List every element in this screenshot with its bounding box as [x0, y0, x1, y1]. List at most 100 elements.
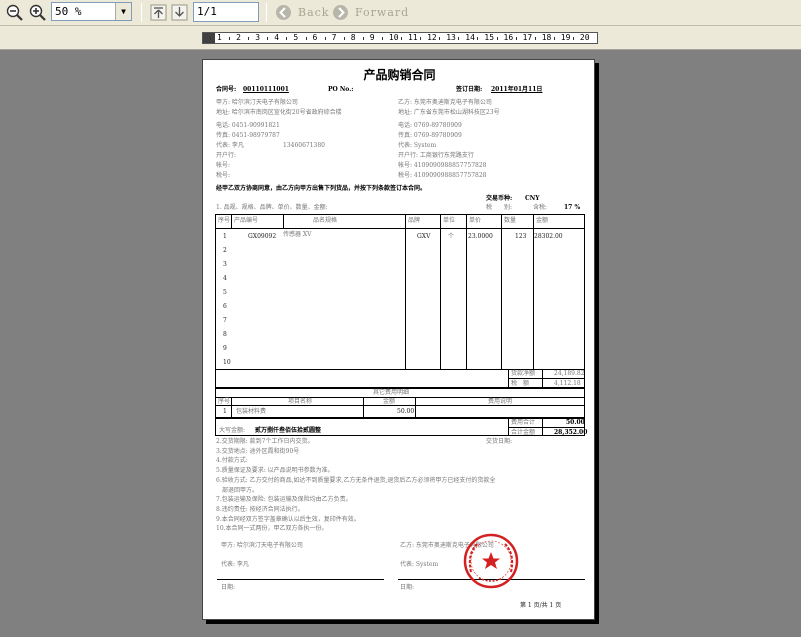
- column-header: 单位: [443, 217, 456, 224]
- table-cell-amount: 28302.00: [534, 233, 563, 240]
- ruler-number: 4: [274, 33, 280, 42]
- document-page: 产品购销合同 合同号: 00110111001 PO No.: 签订日期: 20…: [202, 59, 595, 620]
- ruler-number: 6: [312, 33, 318, 42]
- table-cell-qty: 123: [515, 233, 527, 240]
- subtotal-label: 货款净额: [511, 370, 536, 377]
- table-cell-price: 23.0000: [468, 233, 493, 240]
- page-footer: 第 1 页/共 1 页: [520, 602, 562, 609]
- term-line: 2.交货期限: 款到7个工作日内交货。: [216, 438, 314, 445]
- extra-col-desc: 费用说明: [488, 398, 513, 405]
- first-page-icon[interactable]: [149, 3, 168, 22]
- back-arrow-icon[interactable]: [274, 3, 293, 22]
- party-a-fax: 传真: 0451-98979787: [216, 132, 280, 139]
- ruler-tick: [362, 37, 364, 40]
- table-divider: [440, 214, 441, 369]
- table-cell-brand: GXV: [417, 233, 431, 240]
- term-line: 7.包装运输及保险: 包装运输及保险均由乙方负责。: [216, 496, 352, 504]
- zoom-in-icon[interactable]: [28, 3, 47, 22]
- table-cell-no: 7: [223, 317, 227, 324]
- ruler-number: 18: [541, 33, 552, 42]
- ruler-number: 5: [293, 33, 299, 42]
- party-a-bank: 开户行:: [216, 152, 237, 159]
- table-divider: [508, 378, 585, 379]
- forward-arrow-icon[interactable]: [331, 3, 350, 22]
- subtotal-value: 24,189.82: [554, 370, 585, 377]
- ruler-tick: [534, 37, 536, 40]
- zoom-out-icon[interactable]: [5, 3, 24, 22]
- table-divider: [215, 228, 585, 229]
- zoom-value: 50 %: [55, 5, 82, 18]
- term-line: 10.本合同一式两份，甲乙双方各执一份。: [216, 525, 328, 533]
- back-button[interactable]: Back: [298, 6, 329, 19]
- next-page-icon[interactable]: [170, 3, 189, 22]
- ruler-tick: [401, 37, 402, 40]
- extra-row-no: 1: [223, 408, 227, 415]
- ruler-tick: [248, 37, 250, 40]
- zoom-select[interactable]: 50 % ▼: [51, 2, 132, 21]
- sign-date-b: 日期:: [400, 584, 415, 591]
- ruler-number: 13: [446, 33, 456, 42]
- table-divider: [466, 214, 467, 369]
- party-a-tax: 税号:: [216, 172, 231, 179]
- product-table: [215, 214, 585, 388]
- column-header: 数量: [504, 217, 517, 224]
- ruler-number: 20: [579, 33, 590, 42]
- forward-button[interactable]: Forward: [355, 6, 409, 19]
- ruler-number: 9: [369, 33, 375, 42]
- company-seal-stamp: [463, 533, 519, 589]
- ruler-tick: [286, 37, 288, 40]
- extra-fee-title: 其它费用明细: [373, 389, 410, 396]
- extra-row-amount: 50.00: [397, 408, 415, 415]
- table-divider: [508, 427, 585, 428]
- toolbar-separator: [141, 3, 142, 22]
- ruler-tick: [572, 37, 574, 40]
- ruler-number: 15: [484, 33, 495, 42]
- table-cell-name: 传感器 XV: [283, 231, 312, 238]
- table-divider: [231, 214, 232, 228]
- column-header: 序号: [218, 217, 231, 224]
- table-divider: [231, 397, 232, 418]
- term-line: 9.本合同经双方签字盖章确认以后生效，复印件有效。: [216, 515, 360, 523]
- chevron-down-icon[interactable]: ▼: [115, 3, 131, 20]
- tax-amount-value: 4,112.18: [554, 380, 581, 387]
- section1-heading: 1. 品规、规格、品牌、单价、数量、金额:: [216, 204, 328, 211]
- extra-col-name: 项目名称: [288, 398, 313, 405]
- party-a-name: 甲方: 哈尔滨汀天电子有限公司: [216, 99, 298, 106]
- table-cell-no: 1: [223, 233, 227, 240]
- party-a-phone: 电话: 0451-90991821: [216, 122, 280, 129]
- extra-col-no: 序号: [218, 398, 231, 405]
- ruler-tab-stop[interactable]: [203, 33, 215, 43]
- contract-no: 00110111001: [243, 86, 289, 93]
- ruler-number: 7: [331, 33, 337, 42]
- ruler-number: 2: [236, 33, 241, 42]
- sign-date-a: 日期:: [221, 584, 236, 591]
- ruler-number: 3: [255, 33, 261, 42]
- sign-date: 2011年01月11日: [491, 86, 543, 93]
- term-line: 4.付款方式:: [216, 457, 248, 465]
- tax-rate-label: 含税:: [533, 204, 548, 211]
- fee-total-value: 50.00: [566, 419, 585, 426]
- ruler-number: 8: [350, 33, 356, 42]
- table-divider: [405, 214, 406, 369]
- party-b-address: 地址: 广东省东莞市松山湖科技区23号: [398, 109, 500, 116]
- document-title: 产品购销合同: [363, 68, 436, 82]
- table-cell-no: 10: [223, 359, 231, 366]
- page-number-input[interactable]: 1/1: [193, 2, 259, 22]
- table-cell-code: GX09092: [248, 233, 277, 240]
- contract-no-label: 合同号:: [216, 86, 237, 93]
- party-a-address: 地址: 哈尔滨市南岗区宣化街20号省政府综合楼: [216, 109, 342, 116]
- ruler-number: 1: [217, 33, 222, 42]
- capital-amount-label: 大写金额:: [219, 427, 246, 434]
- table-divider: [215, 405, 585, 406]
- term-line: 5.质量保证及要求: 以产品说明书参数为准。: [216, 467, 334, 475]
- ruler-tick: [229, 37, 231, 40]
- extra-row-name: 包装材料费: [236, 408, 267, 415]
- po-label: PO No.:: [328, 86, 354, 93]
- term-line: 部退回甲方。: [216, 486, 259, 494]
- term-line: 6.验收方式: 乙方交付的商品,如达不到质量要求,乙方无条件退货,退货后乙方必须…: [216, 476, 496, 484]
- extra-col-amount: 金额: [383, 398, 396, 405]
- party-b-account: 帐号: 4109090988857757828: [398, 162, 487, 169]
- table-cell-no: 5: [223, 289, 227, 296]
- sign-rep-a: 代表: 李凡: [221, 561, 249, 568]
- ruler-tick: [458, 37, 460, 40]
